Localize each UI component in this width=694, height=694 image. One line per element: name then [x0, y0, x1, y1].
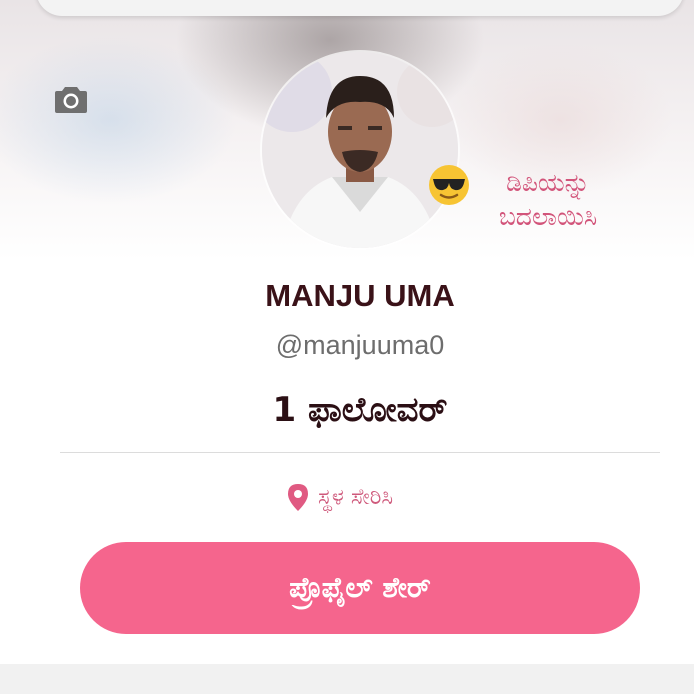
cover-camera-button[interactable]: [54, 84, 88, 114]
divider: [60, 452, 660, 453]
location-pin-icon: [288, 484, 308, 511]
camera-icon: [55, 87, 87, 113]
profile-name: MANJU UMA: [265, 278, 455, 313]
profile-handle: @manjuuma0: [275, 330, 445, 360]
add-location-button[interactable]: ಸ್ಥಳ ಸೇರಿಸಿ: [284, 480, 393, 514]
change-dp-button[interactable]: ಡಿಪಿಯನ್ನು ಬದಲಾಯಿಸಿ: [428, 164, 628, 236]
top-search-bar: [36, 0, 684, 16]
location-label: ಸ್ಥಳ ಸೇರಿಸಿ: [318, 484, 394, 510]
followers-count[interactable]: 1 ಫಾಲೋವರ್: [0, 390, 694, 430]
bottom-section-divider: [0, 664, 694, 694]
sunglasses-emoji-icon: [429, 165, 469, 205]
share-profile-button[interactable]: ಪ್ರೊಫೈಲ್ ಶೇರ್: [80, 542, 640, 634]
change-dp-label: ಡಿಪಿಯನ್ನು ಬದಲಾಯಿಸಿ: [498, 168, 598, 231]
